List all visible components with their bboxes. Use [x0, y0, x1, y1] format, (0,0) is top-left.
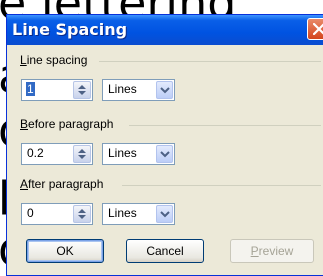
before-paragraph-value[interactable]: 0.2 [27, 146, 44, 160]
group-divider [99, 61, 321, 62]
line-spacing-unit-select[interactable]: Lines [102, 79, 175, 101]
line-spacing-label: Line spacing [20, 53, 88, 67]
dialog-title: Line Spacing [12, 20, 128, 39]
spin-arrows-icon[interactable] [73, 145, 91, 163]
close-icon [313, 23, 323, 35]
chevron-down-icon[interactable] [156, 81, 173, 99]
line-spacing-spinner[interactable]: 1 [21, 79, 93, 101]
after-paragraph-spinner[interactable]: 0 [21, 203, 93, 225]
spin-arrows-icon[interactable] [73, 205, 91, 223]
before-paragraph-unit-value: Lines [108, 146, 137, 160]
line-spacing-unit-value: Lines [108, 82, 137, 96]
before-paragraph-spinner[interactable]: 0.2 [21, 143, 93, 165]
line-spacing-dialog: Line Spacing Line spacing 1 Lines Before… [6, 14, 323, 276]
group-divider [122, 185, 321, 186]
cancel-button[interactable]: Cancel [126, 239, 204, 263]
ok-button[interactable]: OK [26, 239, 104, 263]
line-spacing-value[interactable]: 1 [26, 82, 35, 96]
close-button[interactable] [307, 18, 323, 40]
group-divider [129, 125, 321, 126]
spin-arrows-icon[interactable] [73, 81, 91, 99]
dialog-titlebar[interactable]: Line Spacing [7, 15, 323, 45]
preview-button[interactable]: Preview [230, 239, 314, 263]
chevron-down-icon[interactable] [156, 205, 173, 223]
after-paragraph-unit-value: Lines [108, 206, 137, 220]
after-paragraph-label: After paragraph [20, 177, 104, 191]
before-paragraph-label: Before paragraph [20, 117, 114, 131]
after-paragraph-value[interactable]: 0 [27, 206, 34, 220]
after-paragraph-unit-select[interactable]: Lines [102, 203, 175, 225]
before-paragraph-unit-select[interactable]: Lines [102, 143, 175, 165]
chevron-down-icon[interactable] [156, 145, 173, 163]
